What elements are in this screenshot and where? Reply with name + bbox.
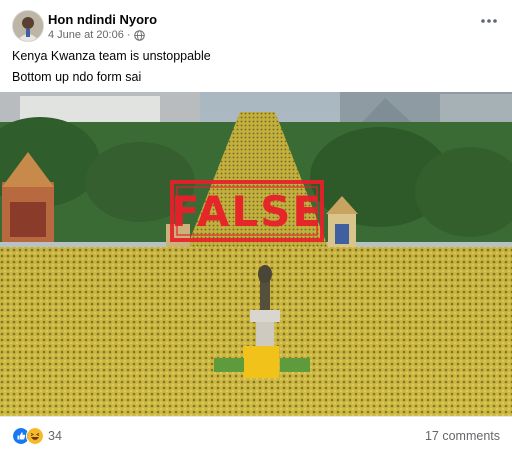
- comments-count-link[interactable]: 17 comments: [425, 429, 500, 443]
- facebook-post: Hon ndindi Nyoro 4 June at 20:06 · Kenya…: [0, 0, 512, 450]
- post-text-line-2: Bottom up ndo form sai: [12, 70, 142, 84]
- post-photo[interactable]: FALSE: [0, 92, 512, 416]
- post-footer: 34 17 comments: [0, 416, 512, 451]
- crowd-photo-illustration: FALSE: [0, 92, 512, 416]
- post-meta: 4 June at 20:06 ·: [48, 29, 145, 41]
- author-avatar[interactable]: [12, 10, 44, 42]
- more-options-button[interactable]: [480, 14, 498, 28]
- more-dots-icon: [481, 19, 497, 23]
- reactions-summary[interactable]: 34: [12, 427, 62, 445]
- false-stamp-text: FALSE: [171, 187, 323, 236]
- post-timestamp[interactable]: 4 June at 20:06: [48, 29, 124, 41]
- post-text-line-1: Kenya Kwanza team is unstoppable: [12, 49, 211, 63]
- author-name[interactable]: Hon ndindi Nyoro: [48, 12, 157, 27]
- globe-icon: [133, 29, 145, 41]
- haha-icon: [26, 427, 44, 445]
- post-header: Hon ndindi Nyoro 4 June at 20:06 ·: [0, 0, 512, 44]
- meta-separator: ·: [126, 29, 131, 41]
- false-stamp: FALSE: [170, 180, 324, 242]
- reaction-count: 34: [48, 429, 62, 443]
